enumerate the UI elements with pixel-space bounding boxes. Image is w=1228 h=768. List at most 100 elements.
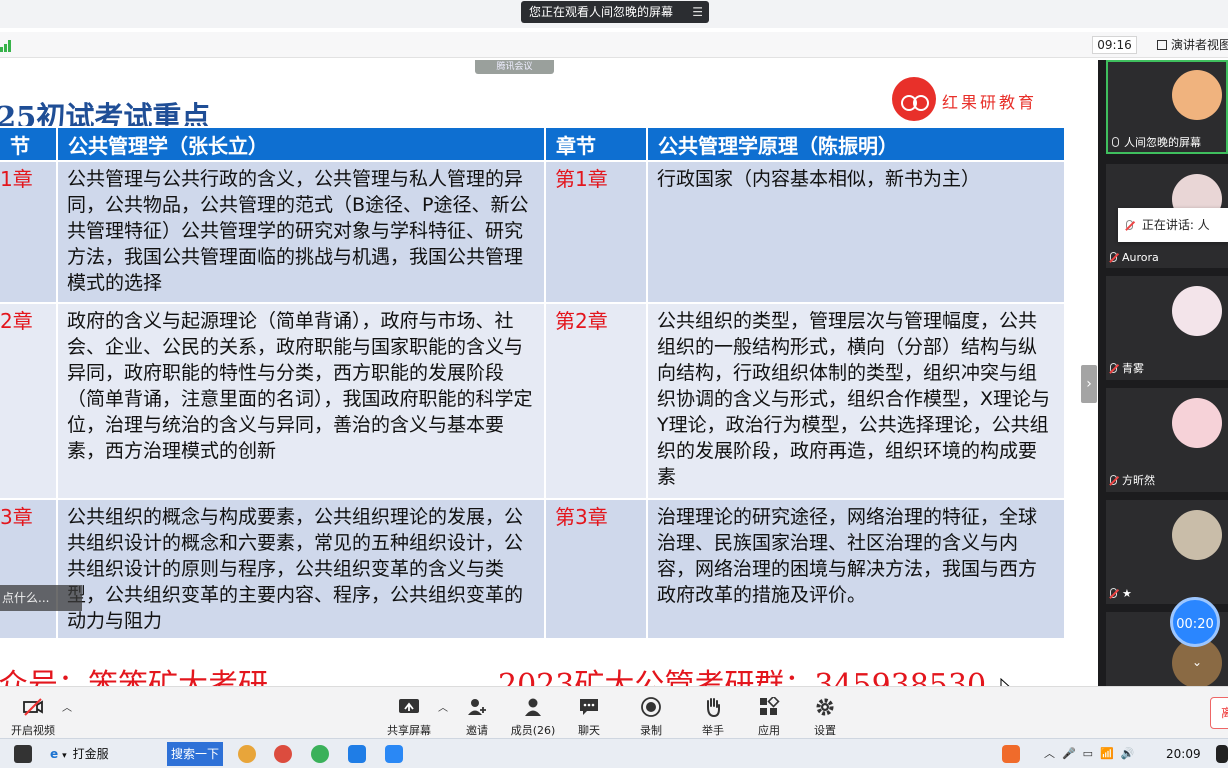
header-chapter-left: 节 — [0, 126, 58, 162]
chapter-content: 公共组织的类型，管理层次与管理幅度，公共组织的一般结构形式，横向（分部）结构与纵… — [646, 302, 1066, 500]
chapter-label: 第2章 — [544, 302, 648, 500]
view-icon — [1157, 40, 1167, 50]
meeting-tag: 腾讯会议 — [475, 60, 554, 74]
meeting-timer: 09:16 — [1092, 36, 1137, 54]
chapter-label: 2章 — [0, 302, 58, 500]
participant-name: 青雾 — [1122, 362, 1144, 375]
chat-label: 聊天 — [578, 724, 600, 737]
apps-icon — [760, 697, 780, 715]
chapter-label: 第3章 — [544, 498, 648, 640]
notification-icon[interactable] — [1216, 745, 1228, 763]
chapter-content: 公共管理与公共行政的含义，公共管理与私人管理的异同，公共物品，公共管理的范式（B… — [56, 160, 546, 304]
apps-button[interactable]: 应用 — [739, 691, 799, 737]
members-button[interactable]: 成员(26) — [503, 691, 563, 737]
search-button[interactable]: 搜索一下 — [167, 742, 223, 766]
ie-dropdown-icon: ▾ — [62, 751, 67, 761]
members-icon — [525, 698, 541, 716]
chapter-content: 行政国家（内容基本相似，新书为主） — [646, 160, 1066, 304]
chrome-icon[interactable] — [274, 745, 292, 763]
menu-icon[interactable]: ☰ — [692, 1, 703, 23]
taskbar: e ▾ 打金服 搜索一下 ︿ 🎤 ▭ 📶 🔊 20:09 — [0, 738, 1228, 768]
speaking-timer[interactable]: 00:20 — [1170, 597, 1220, 647]
screen: 您正在观看人间忽晚的屏幕 ☰ 09:16 演讲者视图 腾讯会议 25初试考试重点… — [0, 0, 1228, 768]
mic-muted-icon — [1110, 252, 1117, 262]
footer-wechat: 众号：笨笨矿大考研 — [0, 668, 268, 686]
settings-button[interactable]: 设置 — [795, 691, 855, 737]
participant-name: 人间忽晚的屏幕 — [1124, 136, 1201, 149]
header-chapter-right: 章节 — [544, 126, 648, 162]
logo-text: 红果研教育 — [942, 93, 1038, 112]
settings-label: 设置 — [814, 724, 836, 737]
logo-icon — [892, 77, 936, 121]
edge-icon[interactable] — [311, 745, 329, 763]
share-screen-button[interactable]: 共享屏幕 — [379, 691, 439, 737]
raise-hand-button[interactable]: 举手 — [683, 691, 743, 737]
invite-label: 邀请 — [466, 724, 488, 737]
input-method-icon[interactable] — [1002, 745, 1020, 763]
cursor-icon — [1000, 678, 1010, 686]
record-button[interactable]: 录制 — [621, 691, 681, 737]
invite-icon — [468, 699, 486, 715]
mic-muted-icon — [1110, 475, 1117, 485]
tray-icons[interactable]: ︿ 🎤 ▭ 📶 🔊 — [1044, 743, 1134, 765]
participant-gallery: 人间忽晚的屏幕 Aurora 青雾 方昕然 ★ — [1098, 60, 1228, 686]
signal-icon[interactable] — [0, 40, 14, 52]
chevron-down-icon[interactable]: ⌄ — [1185, 655, 1209, 673]
apps-label: 应用 — [758, 724, 780, 737]
header-course-right: 公共管理学原理（陈振明） — [646, 126, 1066, 162]
meeting-toolbar: 开启视频 ︿ 共享屏幕 ︿ 邀请 成员(26) 聊天 录制 举手 应用 设置 离 — [0, 686, 1228, 738]
mic-muted-icon — [1110, 588, 1117, 598]
participant-tile[interactable]: 青雾 — [1106, 276, 1228, 380]
speaking-text: 正在讲话: 人 — [1141, 218, 1210, 232]
table-row: 2章 政府的含义与起源理论（简单背诵），政府与市场、社会、企业、公民的关系，政府… — [0, 302, 1066, 500]
chapter-label: 1章 — [0, 160, 58, 304]
chapter-content: 政府的含义与起源理论（简单背诵），政府与市场、社会、企业、公民的关系，政府职能与… — [56, 302, 546, 500]
participant-name: 方昕然 — [1122, 474, 1155, 487]
meeting-info-bar: 09:16 演讲者视图 — [0, 32, 1228, 58]
player-icon[interactable] — [348, 745, 366, 763]
record-label: 录制 — [640, 724, 662, 737]
logo: 红果研教育 — [890, 75, 1050, 123]
speaker-view-button[interactable]: 演讲者视图 — [1150, 36, 1228, 54]
mic-muted-icon — [1110, 363, 1117, 373]
view-label: 演讲者视图 — [1171, 38, 1228, 52]
record-icon — [641, 697, 661, 717]
share-banner-text: 您正在观看人间忽晚的屏幕 — [529, 5, 674, 19]
participant-tile[interactable]: 人间忽晚的屏幕 — [1106, 60, 1228, 154]
chapter-label: 第1章 — [544, 160, 648, 304]
video-label: 开启视频 — [11, 724, 55, 737]
avatar — [1172, 70, 1222, 120]
video-button[interactable]: 开启视频 — [3, 691, 63, 737]
browser-icon[interactable] — [238, 745, 256, 763]
top-bar: 您正在观看人间忽晚的屏幕 ☰ — [0, 0, 1228, 28]
video-options-caret[interactable]: ︿ — [62, 699, 72, 714]
participant-tile[interactable]: ★ — [1106, 500, 1228, 604]
system-clock[interactable]: 20:09 — [1166, 743, 1201, 765]
gear-icon — [816, 698, 834, 716]
outline-table: 节 公共管理学（张长立） 章节 公共管理学原理（陈振明） 1章 公共管理与公共行… — [0, 126, 1066, 640]
browser-task[interactable]: e ▾ 打金服 — [50, 743, 109, 765]
avatar — [1172, 510, 1222, 560]
screen-share-banner[interactable]: 您正在观看人间忽晚的屏幕 ☰ — [521, 1, 709, 23]
avatar — [1172, 286, 1222, 336]
invite-button[interactable]: 邀请 — [447, 691, 507, 737]
chapter-label: 3章 — [0, 498, 58, 640]
table-header-row: 节 公共管理学（张长立） 章节 公共管理学原理（陈振明） — [0, 126, 1066, 162]
video-off-icon — [23, 698, 43, 716]
footer-qq-group: 2023矿大公管考研群：345938530 — [498, 668, 987, 686]
collapse-sidebar-handle[interactable]: › — [1081, 365, 1097, 403]
header-course-left: 公共管理学（张长立） — [56, 126, 546, 162]
chat-input-popup[interactable]: 点什么... — [0, 585, 82, 611]
members-label: 成员(26) — [510, 724, 556, 737]
share-screen-label: 共享屏幕 — [387, 724, 431, 737]
share-screen-icon — [399, 699, 419, 713]
leave-meeting-button[interactable]: 离 — [1210, 697, 1228, 729]
chapter-content: 公共组织的概念与构成要素，公共组织理论的发展，公共组织设计的概念和六要素，常见的… — [56, 498, 546, 640]
start-icon[interactable] — [14, 745, 32, 763]
table-row: 1章 公共管理与公共行政的含义，公共管理与私人管理的异同，公共物品，公共管理的范… — [0, 160, 1066, 304]
participant-name: Aurora — [1122, 251, 1159, 264]
participant-tile[interactable]: 方昕然 — [1106, 388, 1228, 492]
meeting-app-icon[interactable] — [385, 745, 403, 763]
chat-button[interactable]: 聊天 — [559, 691, 619, 737]
browser-tab-label: 打金服 — [72, 747, 109, 761]
